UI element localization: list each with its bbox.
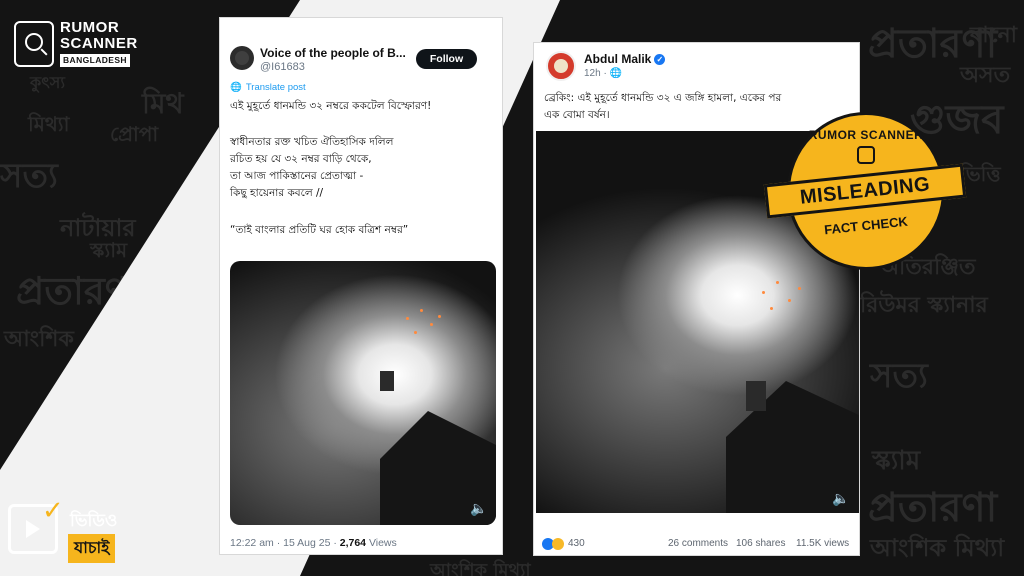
fb-line: ব্রেকিং: এই মুহূর্তে ধানমন্ডি ৩২ এ জঙ্গি… bbox=[544, 92, 782, 104]
bg-word: সত্য bbox=[870, 356, 928, 396]
bg-word: আংশিক bbox=[4, 326, 74, 352]
tweet-handle[interactable]: @I61683 bbox=[260, 61, 305, 73]
play-icon bbox=[26, 520, 40, 538]
translate-post-link[interactable]: 🌐 Translate post bbox=[230, 82, 306, 93]
globe-icon: 🌐 bbox=[609, 68, 623, 79]
reaction-count[interactable]: 430 bbox=[568, 538, 585, 549]
bg-word: আংশিক মিথ্যা bbox=[430, 560, 531, 576]
tweet-views-label: Views bbox=[366, 537, 397, 549]
sad-reaction-icon bbox=[552, 538, 564, 550]
bg-word: সত্য bbox=[0, 156, 58, 196]
fb-author[interactable]: Abdul Malik ✓ bbox=[584, 52, 666, 66]
phone-magnifier-icon bbox=[14, 20, 54, 67]
tweet-line: স্বাধীনতার রক্ত খচিত ঐতিহাসিক দলিল bbox=[230, 136, 394, 148]
tweet-line: এই মুহূর্তে ধানমন্ডি ৩২ নম্বরে ককটেল বিস… bbox=[230, 100, 432, 112]
tweet-line: তা আজ পাকিস্তানের প্রেতাত্মা - bbox=[230, 170, 364, 182]
video-check-label: ✓ ভিডিও যাচাই bbox=[8, 496, 148, 568]
volume-icon[interactable]: 🔈 bbox=[470, 501, 487, 517]
misleading-badge: RUMOR SCANNER MISLEADING FACT CHECK bbox=[763, 112, 967, 272]
bg-word: প্রোপা bbox=[110, 122, 159, 146]
brand-line2: SCANNER bbox=[60, 35, 138, 52]
verified-icon: ✓ bbox=[654, 54, 666, 65]
tweet-line: কিছু হায়েনার কবলে // bbox=[230, 187, 324, 199]
follow-button[interactable]: Follow bbox=[416, 49, 477, 69]
avatar[interactable] bbox=[230, 46, 254, 70]
fb-time-label: 12h · bbox=[584, 68, 610, 79]
comments-count[interactable]: 26 comments bbox=[668, 538, 728, 549]
shares-count[interactable]: 106 shares bbox=[736, 538, 785, 549]
phone-magnifier-icon bbox=[857, 146, 875, 164]
brand-line3: BANGLADESH bbox=[60, 54, 130, 67]
video-check-line2: যাচাই bbox=[68, 534, 116, 563]
fb-footer: 430 26 comments 106 shares 11.5K views bbox=[534, 533, 859, 555]
volume-icon[interactable]: 🔈 bbox=[832, 491, 849, 507]
video-check-line1: ভিডিও bbox=[70, 511, 118, 531]
bg-word: ভিত্তি bbox=[960, 162, 1001, 186]
tweet-author[interactable]: Voice of the people of B... bbox=[260, 46, 406, 60]
fb-line: এক বোমা বর্ষন। bbox=[544, 109, 610, 121]
bg-word: বানো bbox=[970, 22, 1017, 48]
tweet-meta: 12:22 am · 15 Aug 25 · 2,764 Views bbox=[230, 537, 397, 549]
bg-word: রিউমর স্ক্যানার bbox=[860, 292, 988, 318]
views-count: 11.5K views bbox=[796, 538, 850, 549]
fb-time[interactable]: 12h · 🌐 bbox=[584, 68, 622, 79]
tweet-video[interactable]: 🔈 bbox=[230, 261, 496, 525]
bg-word: আংশিক মিথ্যা bbox=[870, 533, 1005, 562]
bg-word: কুৎস্য bbox=[30, 73, 65, 92]
translate-icon: 🌐 bbox=[230, 82, 242, 93]
tweet-line: “তাই বাংলার প্রতিটি ঘর হোক বত্রিশ নম্বর” bbox=[230, 224, 409, 236]
checkmark-icon: ✓ bbox=[42, 496, 64, 526]
fb-author-name: Abdul Malik bbox=[584, 52, 652, 66]
tweet-line: রচিত হয় যে ৩২ নম্বর বাড়ি থেকে, bbox=[230, 153, 372, 165]
tweet-time: 12:22 am · 15 Aug 25 · bbox=[230, 537, 340, 549]
translate-label: Translate post bbox=[245, 82, 306, 93]
avatar[interactable] bbox=[546, 51, 576, 81]
rumor-scanner-logo: RUMOR SCANNER BANGLADESH bbox=[14, 20, 138, 67]
badge-top-text: RUMOR SCANNER bbox=[808, 128, 924, 142]
tweet-card: Voice of the people of B... @I61683 Foll… bbox=[219, 17, 503, 555]
tweet-views-count: 2,764 bbox=[339, 537, 367, 549]
bg-word: মিথ্যা bbox=[28, 112, 70, 136]
brand-line1: RUMOR bbox=[60, 19, 120, 36]
